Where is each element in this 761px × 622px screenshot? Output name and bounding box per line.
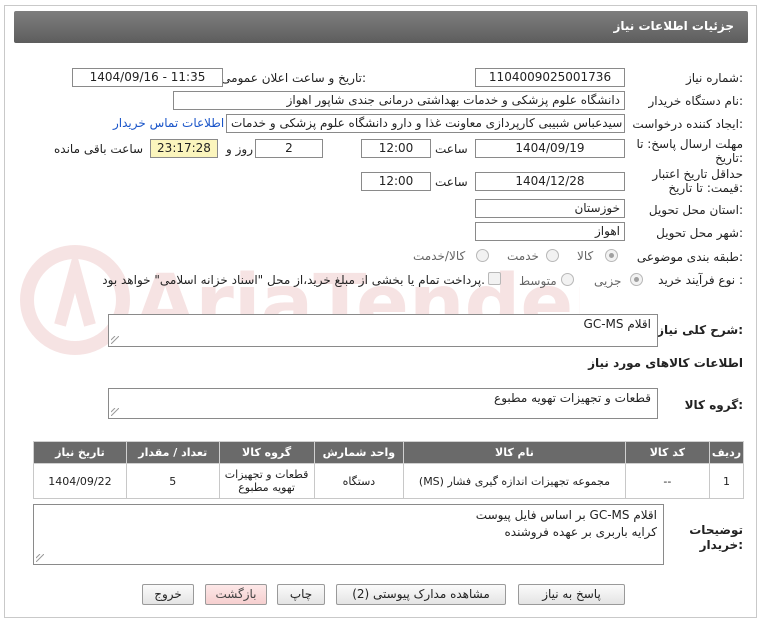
cell-group: قطعات و تجهیزات تهویه مطبوع — [218, 463, 315, 499]
buyer-notes-label: توضیحات — [689, 523, 743, 537]
announce-field: 1404/09/16 - 11:35 — [72, 68, 223, 87]
city-label: شهر محل تحویل: — [656, 226, 743, 240]
cell-quantity: 5 — [125, 463, 220, 499]
page-title: جزئیات اطلاعات نیاز — [613, 19, 734, 33]
process-radio-medium[interactable] — [561, 273, 574, 286]
goods-group-label: گروه کالا: — [684, 398, 743, 412]
deadline-label-2: تاریخ: — [715, 151, 743, 165]
cell-unit: دستگاه — [313, 463, 405, 499]
process-option-minor: جزیی — [594, 274, 622, 288]
description-field: اقلام GC-MS — [108, 314, 658, 347]
remaining-time-field: 23:17:28 — [150, 139, 218, 158]
days-label: روز و — [226, 142, 253, 156]
back-button[interactable]: بازگشت — [205, 584, 267, 605]
col-header-name: نام کالا — [403, 441, 626, 464]
reply-button[interactable]: پاسخ به نیاز — [518, 584, 625, 605]
resize-handle-icon — [111, 336, 119, 344]
goods-group-field: قطعات و تجهیزات تهویه مطبوع — [108, 388, 658, 419]
buyer-org-label: نام دستگاه خریدار: — [648, 94, 744, 108]
table-header-row: ردیف کد کالا نام کالا واحد شمارش گروه کا… — [33, 441, 744, 464]
col-header-quantity: تعداد / مقدار — [125, 441, 220, 464]
cell-need-date: 1404/09/22 — [33, 463, 127, 499]
col-header-unit: واحد شمارش — [313, 441, 405, 464]
deadline-time-label: ساعت — [435, 142, 468, 156]
announce-label: تاریخ و ساعت اعلان عمومی: — [221, 71, 366, 85]
goods-section-title: اطلاعات کالاهای مورد نیاز — [588, 356, 743, 370]
deadline-date-field: 1404/09/19 — [475, 139, 625, 158]
category-option-goods: کالا — [577, 249, 594, 263]
requester-label: ایجاد کننده درخواست: — [632, 117, 743, 131]
cell-code: -- — [624, 463, 711, 499]
category-radio-goods[interactable] — [605, 249, 618, 262]
goods-group-text: قطعات و تجهیزات تهویه مطبوع — [494, 391, 651, 405]
category-option-service: خدمت — [507, 249, 539, 263]
category-radio-both[interactable] — [476, 249, 489, 262]
validity-time-label: ساعت — [435, 175, 468, 189]
exit-button[interactable]: خروج — [142, 584, 194, 605]
description-label: شرح کلی نیاز: — [657, 323, 743, 337]
col-header-need-date: تاریخ نیاز — [33, 441, 127, 464]
category-radio-service[interactable] — [546, 249, 559, 262]
buyer-notes-line-1: اقلام GC-MS بر اساس فایل پیوست — [475, 508, 657, 522]
category-label: طبقه بندی موضوعی: — [636, 250, 743, 264]
description-text: اقلام GC-MS — [583, 317, 651, 331]
treasury-checkbox[interactable] — [488, 272, 501, 285]
payment-note: پرداخت تمام یا بخشی از مبلغ خرید،از محل … — [102, 273, 485, 287]
province-label: استان محل تحویل: — [648, 203, 743, 217]
city-field: اهواز — [475, 222, 625, 241]
attachments-button[interactable]: مشاهده مدارک پیوستی (2) — [336, 584, 506, 605]
resize-handle-icon — [36, 554, 44, 562]
requester-field: سیدعباس شبیبی کارپردازی معاونت غذا و دار… — [226, 114, 625, 133]
deadline-time-field: 12:00 — [361, 139, 431, 158]
process-label: نوع فرآیند خرید : — [658, 273, 743, 287]
province-field: خوزستان — [475, 199, 625, 218]
col-header-group: گروه کالا — [218, 441, 315, 464]
cell-name: مجموعه تجهیزات اندازه گیری فشار (MS) — [403, 463, 626, 499]
header-bar: جزئیات اطلاعات نیاز — [14, 11, 748, 43]
col-header-code: کد کالا — [624, 441, 711, 464]
deadline-label: مهلت ارسال پاسخ: تا — [636, 137, 743, 151]
process-option-medium: متوسط — [519, 274, 557, 288]
buyer-notes-field: اقلام GC-MS بر اساس فایل پیوست کرایه بار… — [33, 504, 664, 565]
days-field: 2 — [255, 139, 323, 158]
need-number-field: 1104009025001736 — [475, 68, 625, 87]
table-row: 1 -- مجموعه تجهیزات اندازه گیری فشار (MS… — [33, 463, 744, 499]
goods-table: ردیف کد کالا نام کالا واحد شمارش گروه کا… — [33, 441, 744, 499]
category-option-both: کالا/خدمت — [413, 249, 466, 263]
remaining-label: ساعت باقی مانده — [54, 142, 144, 156]
cell-row-number: 1 — [709, 463, 744, 499]
need-number-label: شماره نیاز: — [685, 71, 743, 85]
resize-handle-icon — [111, 408, 119, 416]
process-radio-minor[interactable] — [630, 273, 643, 286]
col-header-row-number: ردیف — [709, 441, 744, 464]
buyer-contact-link[interactable]: اطلاعات تماس خریدار — [113, 116, 224, 130]
buyer-org-field: دانشگاه علوم پزشکی و خدمات بهداشتی درمان… — [173, 91, 625, 110]
validity-date-field: 1404/12/28 — [475, 172, 625, 191]
print-button[interactable]: چاپ — [277, 584, 325, 605]
validity-label: حداقل تاریخ اعتبار — [652, 167, 743, 181]
validity-label-2: قیمت: تا تاریخ: — [668, 181, 743, 195]
validity-time-field: 12:00 — [361, 172, 431, 191]
buyer-notes-label-2: خریدار: — [699, 538, 743, 552]
buyer-notes-line-2: کرایه باربری بر عهده فروشنده — [504, 525, 658, 539]
